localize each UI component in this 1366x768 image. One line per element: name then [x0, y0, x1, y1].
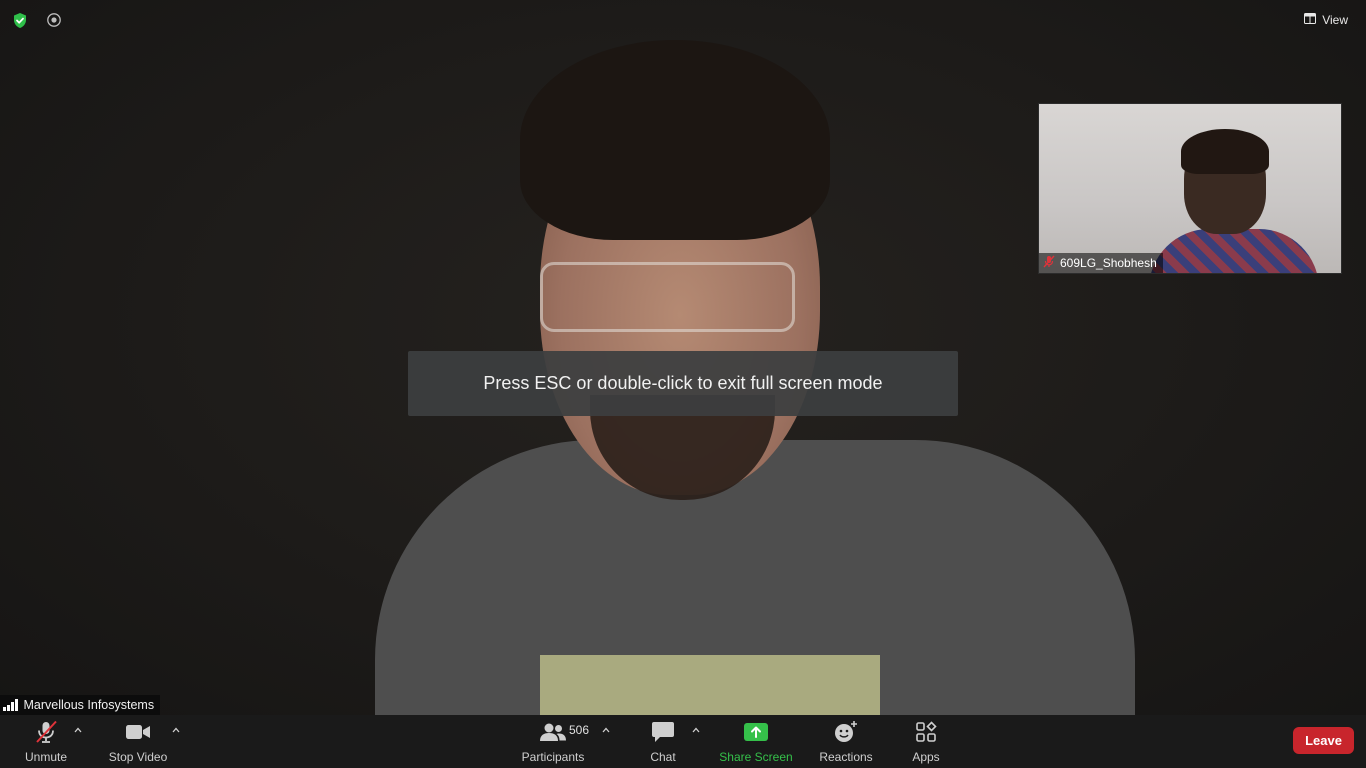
signal-strength-icon — [3, 699, 18, 711]
speaker-name-badge: Marvellous Infosystems — [0, 695, 161, 715]
mic-muted-icon — [33, 720, 59, 744]
mic-muted-icon — [1043, 255, 1055, 271]
chat-options-caret[interactable] — [690, 724, 702, 736]
smiley-plus-icon — [833, 720, 859, 744]
participants-icon — [539, 720, 567, 744]
meeting-toolbar: Unmute Stop Video Participants 506 Chat … — [0, 715, 1366, 768]
participants-options-caret[interactable] — [600, 724, 612, 736]
thumbnail-participant-name: 609LG_Shobhesh — [1060, 256, 1157, 270]
toast-message: Press ESC or double-click to exit full s… — [483, 373, 883, 393]
stop-video-button[interactable]: Stop Video — [106, 720, 170, 766]
video-camera-icon — [125, 720, 151, 744]
unmute-button[interactable]: Unmute — [22, 720, 70, 766]
grid-icon — [1304, 13, 1317, 27]
shirt-print — [540, 655, 880, 715]
apps-icon — [915, 720, 937, 744]
view-label: View — [1322, 13, 1348, 27]
speaker-name: Marvellous Infosystems — [23, 698, 155, 712]
speaker-hair — [520, 40, 830, 240]
speaker-glasses — [540, 262, 795, 332]
shield-check-icon[interactable] — [10, 10, 30, 30]
record-icon[interactable] — [44, 10, 64, 30]
stop-video-label: Stop Video — [108, 750, 168, 764]
thumbnail-person-hair — [1181, 129, 1269, 174]
chat-bubble-icon — [651, 720, 675, 744]
leave-button[interactable]: Leave — [1293, 727, 1354, 754]
chat-button[interactable]: Chat — [645, 720, 681, 766]
unmute-label: Unmute — [24, 750, 68, 764]
participants-label: Participants — [521, 750, 585, 764]
share-screen-icon — [743, 720, 769, 744]
thumbnail-person-body — [1149, 229, 1319, 273]
audio-options-caret[interactable] — [72, 724, 84, 736]
thumbnail-name-tag: 609LG_Shobhesh — [1039, 253, 1163, 273]
top-left-status — [10, 10, 64, 30]
participants-count: 506 — [569, 723, 590, 737]
fullscreen-toast: Press ESC or double-click to exit full s… — [408, 351, 958, 416]
share-screen-button[interactable]: Share Screen — [719, 720, 793, 766]
reactions-button[interactable]: Reactions — [818, 720, 874, 766]
apps-button[interactable]: Apps — [906, 720, 946, 766]
reactions-label: Reactions — [819, 750, 873, 764]
video-options-caret[interactable] — [170, 724, 182, 736]
view-button[interactable]: View — [1304, 11, 1348, 29]
participant-thumbnail[interactable]: 609LG_Shobhesh — [1038, 103, 1342, 274]
share-screen-label: Share Screen — [719, 750, 793, 764]
apps-label: Apps — [912, 750, 940, 764]
chat-label: Chat — [650, 750, 676, 764]
